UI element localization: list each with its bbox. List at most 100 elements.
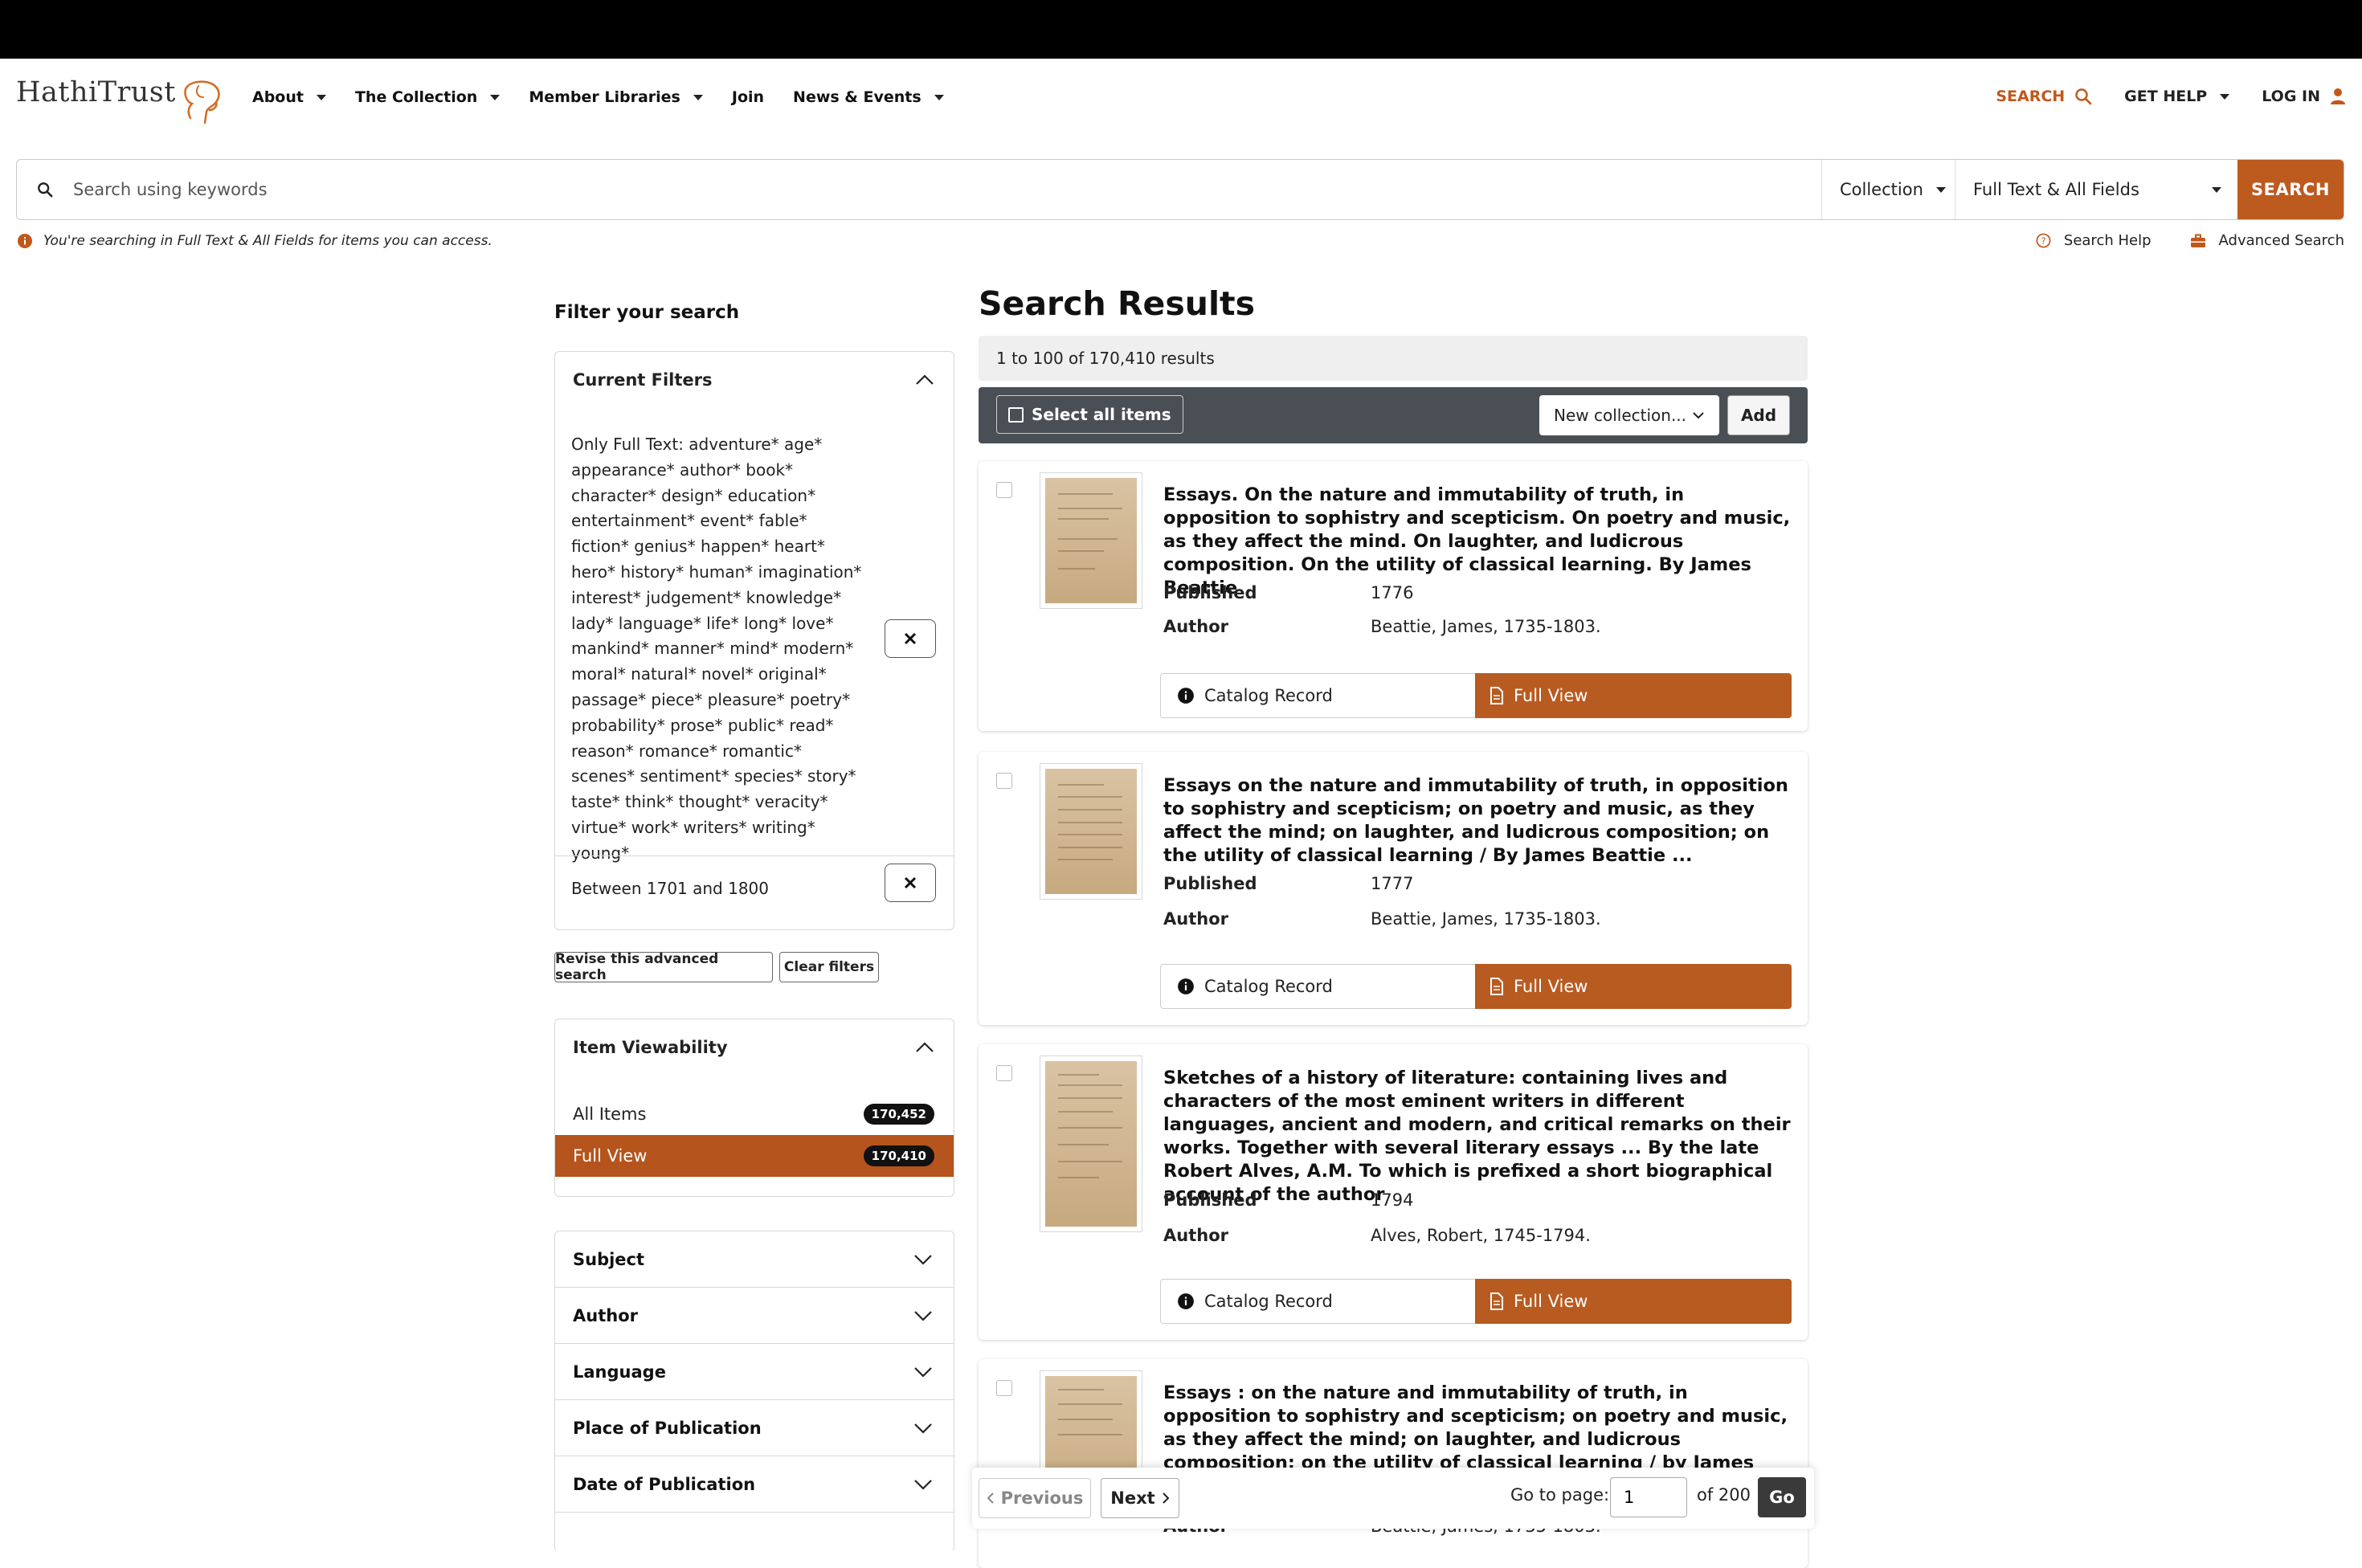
- header-search-label: SEARCH: [1996, 88, 2066, 105]
- facet-label: Language: [573, 1362, 666, 1382]
- result-checkbox[interactable]: [996, 482, 1012, 498]
- facet-label: Subject: [573, 1249, 645, 1269]
- get-help-menu[interactable]: GET HELP: [2124, 88, 2230, 105]
- search-input[interactable]: [73, 160, 1821, 219]
- checkbox-icon: [1008, 406, 1024, 423]
- nav-news-events[interactable]: News & Events: [793, 88, 944, 106]
- select-all-button[interactable]: Select all items: [996, 395, 1183, 434]
- current-filters-header[interactable]: Current Filters: [555, 352, 954, 408]
- remove-filter-button[interactable]: [885, 619, 936, 658]
- get-help-label: GET HELP: [2124, 88, 2208, 105]
- advanced-search-link[interactable]: Advanced Search: [2190, 232, 2344, 249]
- next-button[interactable]: Next: [1101, 1478, 1179, 1518]
- info-icon: [1178, 1293, 1194, 1309]
- hathitrust-logo[interactable]: HathiTrust: [16, 76, 223, 126]
- viewability-full-label: Full View: [573, 1146, 648, 1166]
- viewability-all-items[interactable]: All Items 170,452: [555, 1093, 954, 1135]
- facet-date[interactable]: Date of Publication: [555, 1456, 954, 1513]
- full-view-button[interactable]: Full View: [1475, 673, 1792, 718]
- nav-about[interactable]: About: [252, 88, 326, 106]
- results-count-text: 1 to 100 of 170,410 results: [996, 349, 1215, 368]
- next-label: Next: [1110, 1488, 1155, 1508]
- search-help-link[interactable]: ? Search Help: [2036, 232, 2152, 249]
- facet-language[interactable]: Language: [555, 1344, 954, 1400]
- catalog-record-label: Catalog Record: [1204, 686, 1333, 705]
- previous-button[interactable]: Previous: [979, 1478, 1091, 1518]
- book-thumbnail[interactable]: [1040, 472, 1142, 609]
- facet-label: Author: [573, 1305, 638, 1325]
- caret-down-icon: [1935, 186, 1946, 193]
- nav-member-libraries[interactable]: Member Libraries: [529, 88, 703, 106]
- book-cover-image: [1045, 478, 1137, 603]
- published-value: 1776: [1371, 583, 1414, 602]
- catalog-record-label: Catalog Record: [1204, 977, 1333, 996]
- result-card: Essays. On the nature and immutability o…: [979, 461, 1808, 731]
- author-value: Beattie, James, 1735-1803.: [1371, 909, 1601, 929]
- facet-subject[interactable]: Subject: [555, 1231, 954, 1288]
- book-thumbnail[interactable]: [1040, 1056, 1142, 1232]
- search-button[interactable]: SEARCH: [2237, 160, 2344, 219]
- result-actions: Catalog Record Full View: [1160, 1279, 1792, 1324]
- go-button[interactable]: Go: [1758, 1477, 1806, 1517]
- pagination-bar: Previous Next Go to page: of 200 Go: [972, 1468, 1814, 1529]
- facet-place[interactable]: Place of Publication: [555, 1400, 954, 1456]
- viewability-label: Item Viewability: [573, 1038, 728, 1057]
- published-value: 1794: [1371, 1190, 1414, 1210]
- results-toolbar: Select all items New collection... Add: [979, 387, 1808, 443]
- elephant-icon: [184, 80, 220, 125]
- chevron-right-icon: [1162, 1492, 1170, 1504]
- svg-text:?: ?: [2041, 235, 2045, 247]
- caret-down-icon: [693, 94, 703, 100]
- result-checkbox[interactable]: [996, 1380, 1012, 1396]
- collection-dropdown[interactable]: New collection...: [1539, 395, 1719, 435]
- clear-filters-button[interactable]: Clear filters: [779, 952, 879, 982]
- nav-about-label: About: [252, 88, 304, 106]
- author-value: Alves, Robert, 1745-1794.: [1371, 1226, 1591, 1245]
- result-card: Sketches of a history of literature: con…: [979, 1044, 1808, 1340]
- previous-label: Previous: [1000, 1488, 1084, 1508]
- select-all-label: Select all items: [1032, 405, 1171, 424]
- full-view-button[interactable]: Full View: [1475, 1279, 1792, 1324]
- login-link[interactable]: LOG IN: [2262, 88, 2346, 105]
- nav-collection[interactable]: The Collection: [355, 88, 501, 106]
- collection-dropdown-value: New collection...: [1554, 406, 1687, 425]
- caret-down-icon: [316, 94, 326, 100]
- page-number-input[interactable]: [1610, 1477, 1687, 1517]
- search-help-links: ? Search Help Advanced Search: [1997, 232, 2344, 249]
- viewability-full-view[interactable]: Full View 170,410: [555, 1135, 954, 1177]
- collection-select-value: Collection: [1840, 180, 1923, 199]
- nav-member-libraries-label: Member Libraries: [529, 88, 680, 106]
- revise-search-button[interactable]: Revise this advanced search: [554, 951, 773, 983]
- add-to-collection-button[interactable]: Add: [1727, 395, 1790, 435]
- full-view-button[interactable]: Full View: [1475, 964, 1792, 1009]
- remove-date-filter-button[interactable]: [885, 864, 936, 902]
- caret-down-icon: [934, 94, 944, 100]
- result-checkbox[interactable]: [996, 1065, 1012, 1081]
- search-notice-text: You're searching in Full Text & All Fiel…: [43, 233, 492, 249]
- catalog-record-button[interactable]: Catalog Record: [1160, 1279, 1475, 1324]
- result-actions: Catalog Record Full View: [1160, 964, 1792, 1009]
- full-view-label: Full View: [1514, 977, 1588, 996]
- info-icon: [1178, 978, 1194, 994]
- info-icon: [18, 234, 32, 248]
- caret-down-icon: [2212, 186, 2221, 193]
- viewability-header[interactable]: Item Viewability: [555, 1019, 954, 1076]
- viewability-all-label: All Items: [573, 1105, 647, 1124]
- nav-join[interactable]: Join: [732, 88, 764, 106]
- result-title[interactable]: Sketches of a history of literature: con…: [1163, 1067, 1798, 1207]
- result-actions: Catalog Record Full View: [1160, 673, 1792, 718]
- search-icon: [17, 160, 73, 219]
- collection-select[interactable]: Collection: [1821, 160, 1955, 219]
- header-actions: SEARCH GET HELP LOG IN: [1964, 88, 2346, 105]
- close-icon: [904, 632, 917, 645]
- facet-author[interactable]: Author: [555, 1288, 954, 1344]
- search-bar: Collection Full Text & All Fields SEARCH: [16, 159, 2344, 220]
- result-title[interactable]: Essays on the nature and immutability of…: [1163, 774, 1798, 868]
- catalog-record-button[interactable]: Catalog Record: [1160, 964, 1475, 1009]
- current-filters-label: Current Filters: [573, 370, 713, 390]
- header-search-link[interactable]: SEARCH: [1996, 88, 2092, 105]
- field-select[interactable]: Full Text & All Fields: [1955, 160, 2237, 219]
- result-checkbox[interactable]: [996, 773, 1012, 789]
- catalog-record-button[interactable]: Catalog Record: [1160, 673, 1475, 718]
- book-thumbnail[interactable]: [1040, 763, 1142, 900]
